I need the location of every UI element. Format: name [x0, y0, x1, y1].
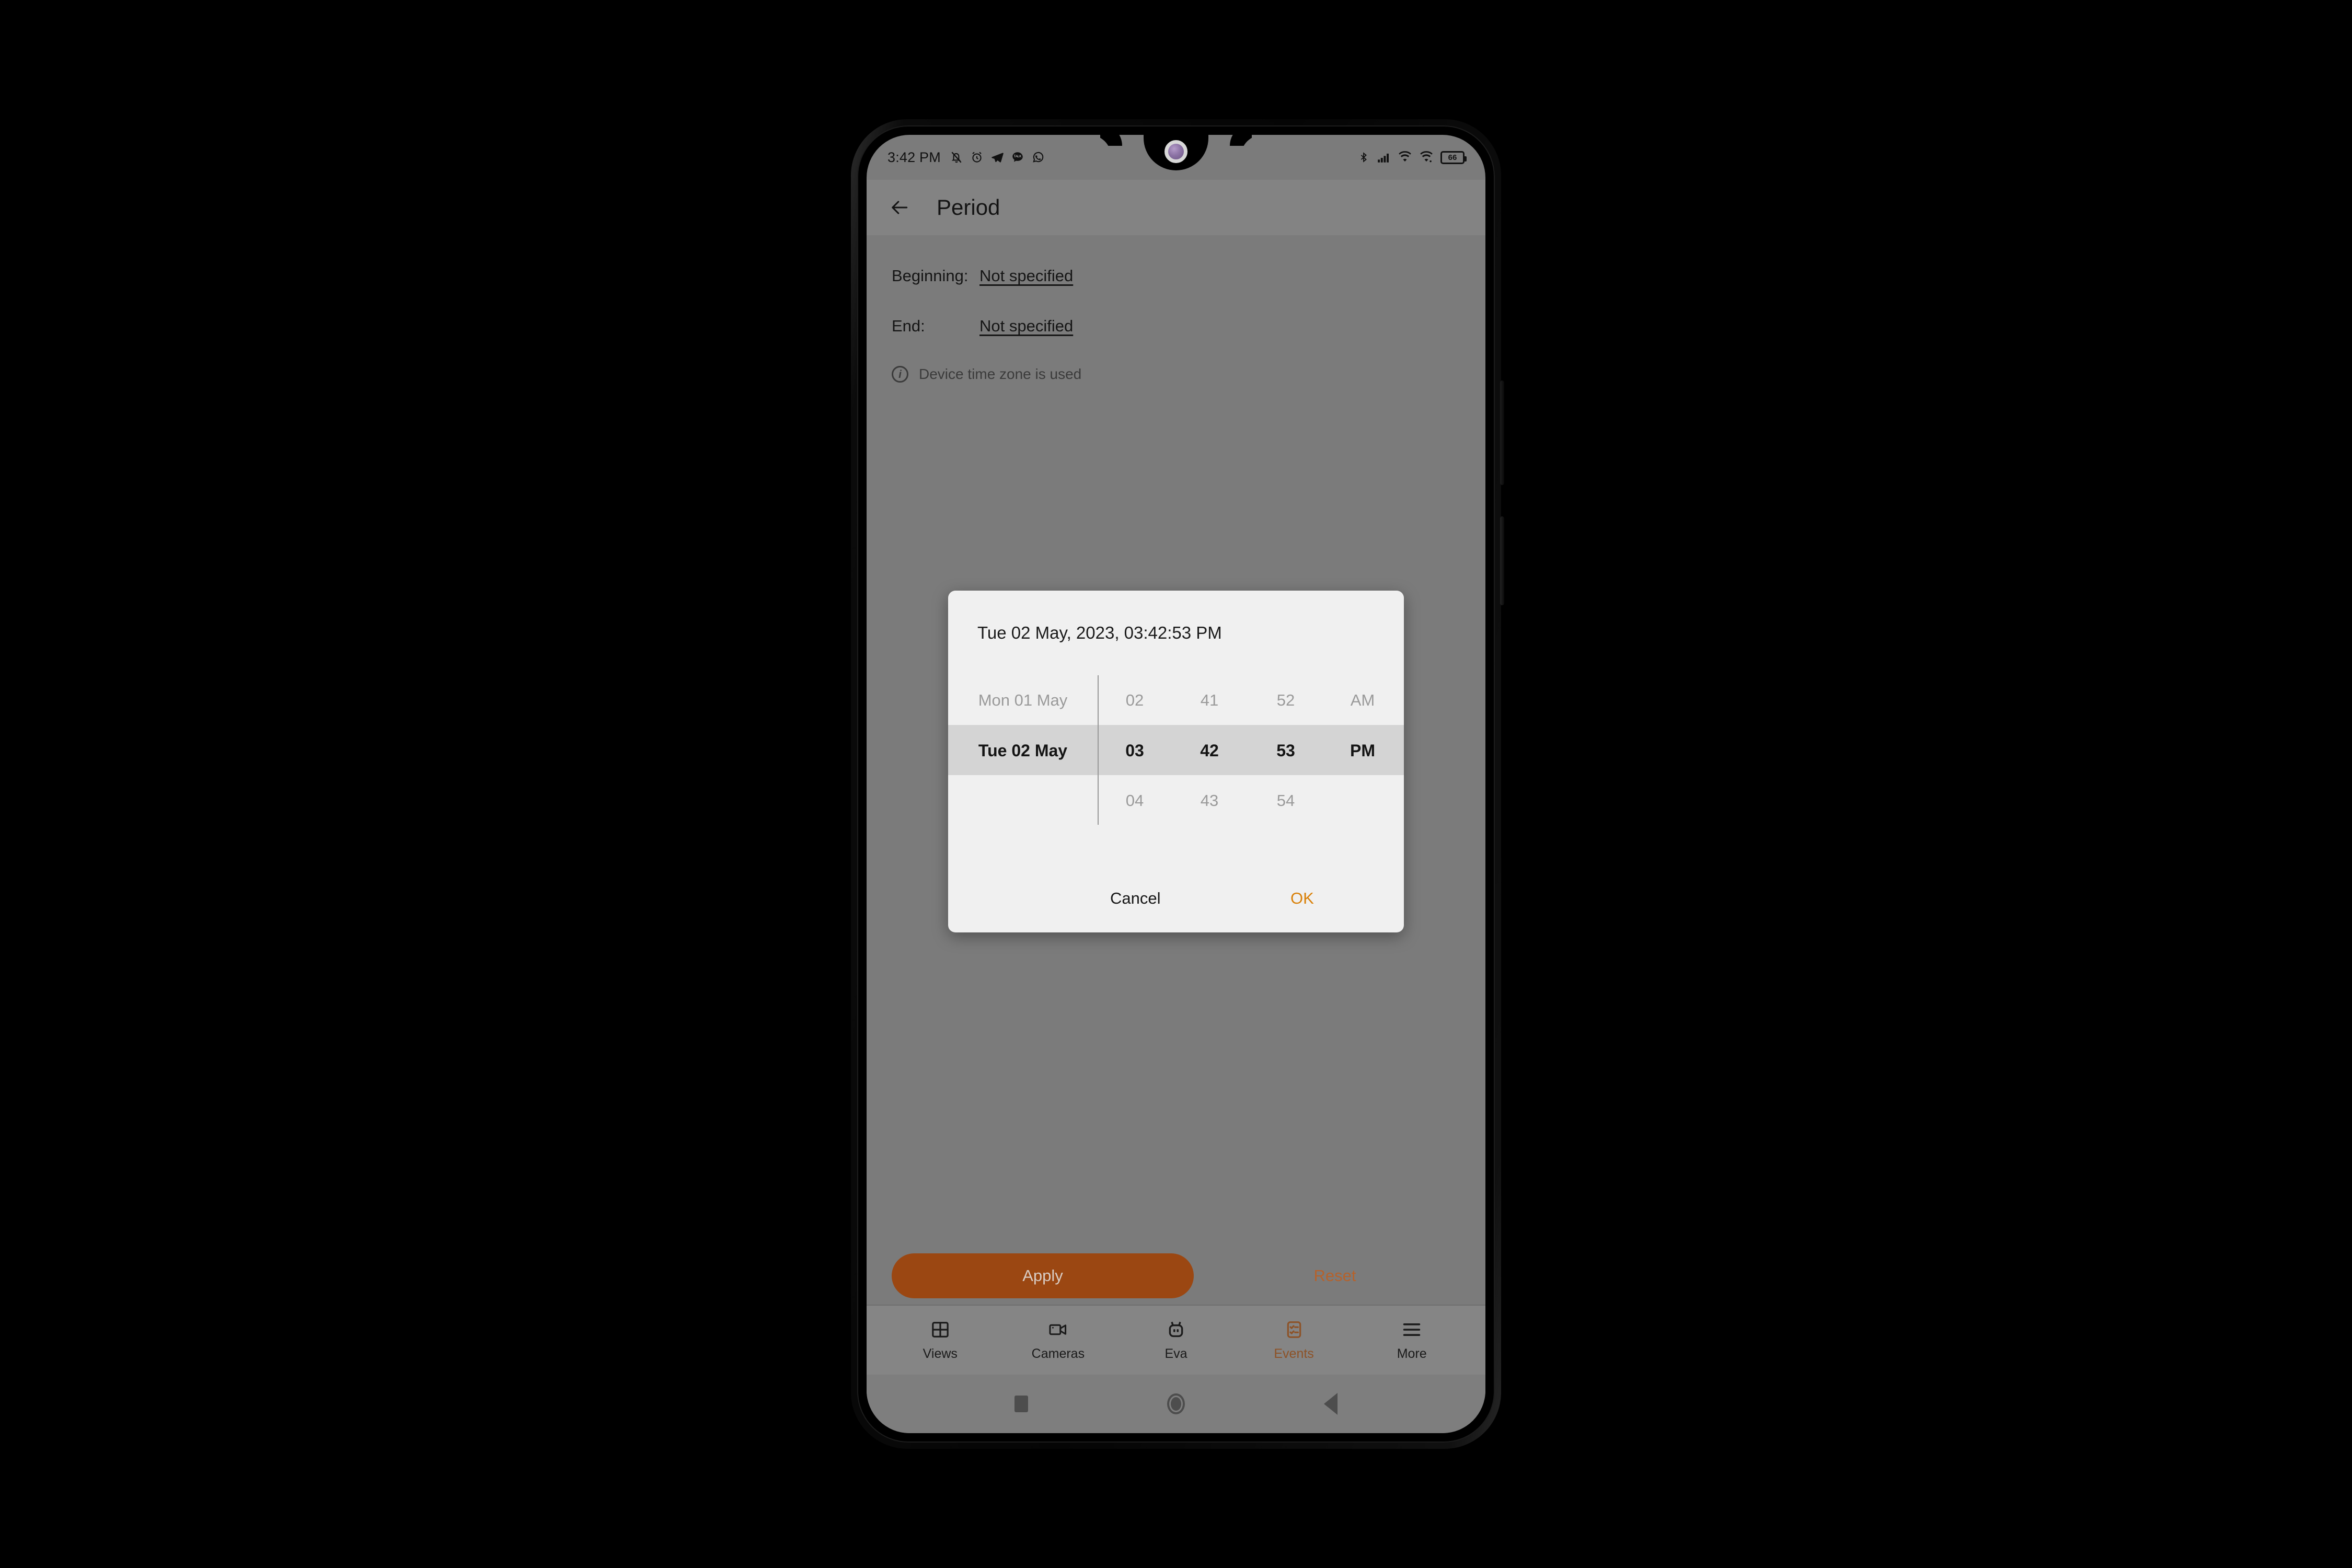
- picker-date-prev[interactable]: Mon 01 May: [948, 691, 1098, 710]
- phone-screen: 3:42 PM TALK 66 Period Beginning: Not sp…: [867, 135, 1485, 1433]
- beginning-row: Beginning: Not specified: [867, 267, 1485, 285]
- picker-minute-next[interactable]: 43: [1172, 791, 1247, 810]
- nav-item-eva[interactable]: Eva: [1142, 1319, 1210, 1362]
- app-bar: Period: [867, 180, 1485, 235]
- nav-label-more: More: [1397, 1346, 1427, 1361]
- nav-label-cameras: Cameras: [1031, 1346, 1085, 1361]
- dialog-action-row: Cancel OK: [948, 864, 1404, 932]
- nav-label-events: Events: [1274, 1346, 1314, 1361]
- wifi-calling-icon: [1419, 151, 1434, 164]
- picker-row-selected[interactable]: Tue 02 May 03 42 53 PM: [948, 725, 1404, 776]
- cancel-button[interactable]: Cancel: [1110, 889, 1161, 908]
- triangle-back-icon[interactable]: [1324, 1393, 1338, 1415]
- mute-bell-icon: [950, 150, 963, 165]
- end-value[interactable]: Not specified: [979, 317, 1073, 336]
- action-row: Apply Reset: [867, 1253, 1485, 1298]
- telegram-icon: [990, 150, 1004, 165]
- chat-bubble-icon: TALK: [1011, 150, 1024, 165]
- wifi-icon: [1398, 151, 1412, 164]
- nav-label-views: Views: [923, 1346, 958, 1361]
- status-bar: 3:42 PM TALK 66: [867, 135, 1485, 180]
- back-arrow-icon[interactable]: [889, 198, 912, 217]
- picker-meridiem-prev[interactable]: AM: [1324, 691, 1401, 710]
- picker-date-selected[interactable]: Tue 02 May: [948, 741, 1098, 760]
- nav-item-more[interactable]: More: [1377, 1319, 1446, 1362]
- ok-button[interactable]: OK: [1290, 889, 1314, 908]
- datetime-picker-dialog: Tue 02 May, 2023, 03:42:53 PM Mon 01 May…: [948, 591, 1404, 932]
- datetime-picker-wheels[interactable]: Mon 01 May 02 41 52 AM Tue 02 May 03 42 …: [948, 675, 1404, 825]
- dialog-header-text: Tue 02 May, 2023, 03:42:53 PM: [977, 623, 1222, 642]
- reset-button[interactable]: Reset: [1209, 1266, 1460, 1285]
- video-camera-icon: [1046, 1319, 1069, 1340]
- page-title: Period: [937, 195, 1000, 220]
- picker-second-next[interactable]: 54: [1247, 791, 1324, 810]
- beginning-label: Beginning:: [892, 267, 969, 285]
- whatsapp-icon: [1031, 150, 1045, 165]
- hamburger-menu-icon: [1400, 1319, 1423, 1340]
- picker-row[interactable]: 04 43 54: [948, 776, 1404, 826]
- bottom-navigation-bar: Views Cameras Eva Events More: [867, 1305, 1485, 1375]
- picker-hour-next[interactable]: 04: [1098, 791, 1172, 810]
- nav-item-events[interactable]: Events: [1260, 1319, 1329, 1362]
- robot-head-icon: [1165, 1319, 1187, 1340]
- power-button[interactable]: [1500, 516, 1504, 605]
- end-label: End:: [892, 317, 925, 335]
- picker-hour-selected[interactable]: 03: [1098, 741, 1172, 760]
- bluetooth-icon: [1358, 150, 1369, 165]
- android-navigation-bar: [867, 1375, 1485, 1433]
- circle-home-icon[interactable]: [1167, 1393, 1185, 1414]
- nav-label-eva: Eva: [1165, 1346, 1187, 1361]
- picker-second-selected[interactable]: 53: [1247, 741, 1324, 760]
- picker-meridiem-selected[interactable]: PM: [1324, 741, 1401, 760]
- info-icon: i: [892, 366, 908, 383]
- nav-item-views[interactable]: Views: [906, 1319, 975, 1362]
- apply-button[interactable]: Apply: [892, 1253, 1194, 1298]
- beginning-value[interactable]: Not specified: [979, 267, 1073, 285]
- nav-item-cameras[interactable]: Cameras: [1023, 1319, 1092, 1362]
- status-bar-clock: 3:42 PM: [887, 149, 941, 165]
- battery-level-text: 66: [1448, 153, 1457, 162]
- volume-button[interactable]: [1500, 381, 1504, 485]
- grid-icon: [929, 1319, 952, 1340]
- svg-text:TALK: TALK: [1014, 155, 1021, 158]
- alarm-clock-icon: [970, 150, 984, 165]
- battery-icon: 66: [1440, 151, 1467, 164]
- end-row: End: Not specified: [867, 317, 1485, 336]
- picker-hour-prev[interactable]: 02: [1098, 691, 1172, 710]
- picker-row[interactable]: Mon 01 May 02 41 52 AM: [948, 675, 1404, 725]
- timezone-note-text: Device time zone is used: [919, 366, 1082, 382]
- square-recents-icon[interactable]: [1014, 1396, 1028, 1412]
- picker-minute-selected[interactable]: 42: [1172, 741, 1247, 760]
- picker-minute-prev[interactable]: 41: [1172, 691, 1247, 710]
- signal-bars-icon: [1376, 151, 1391, 164]
- timezone-note-row: i Device time zone is used: [867, 366, 1485, 383]
- picker-second-prev[interactable]: 52: [1247, 691, 1324, 710]
- checklist-icon: [1283, 1319, 1306, 1340]
